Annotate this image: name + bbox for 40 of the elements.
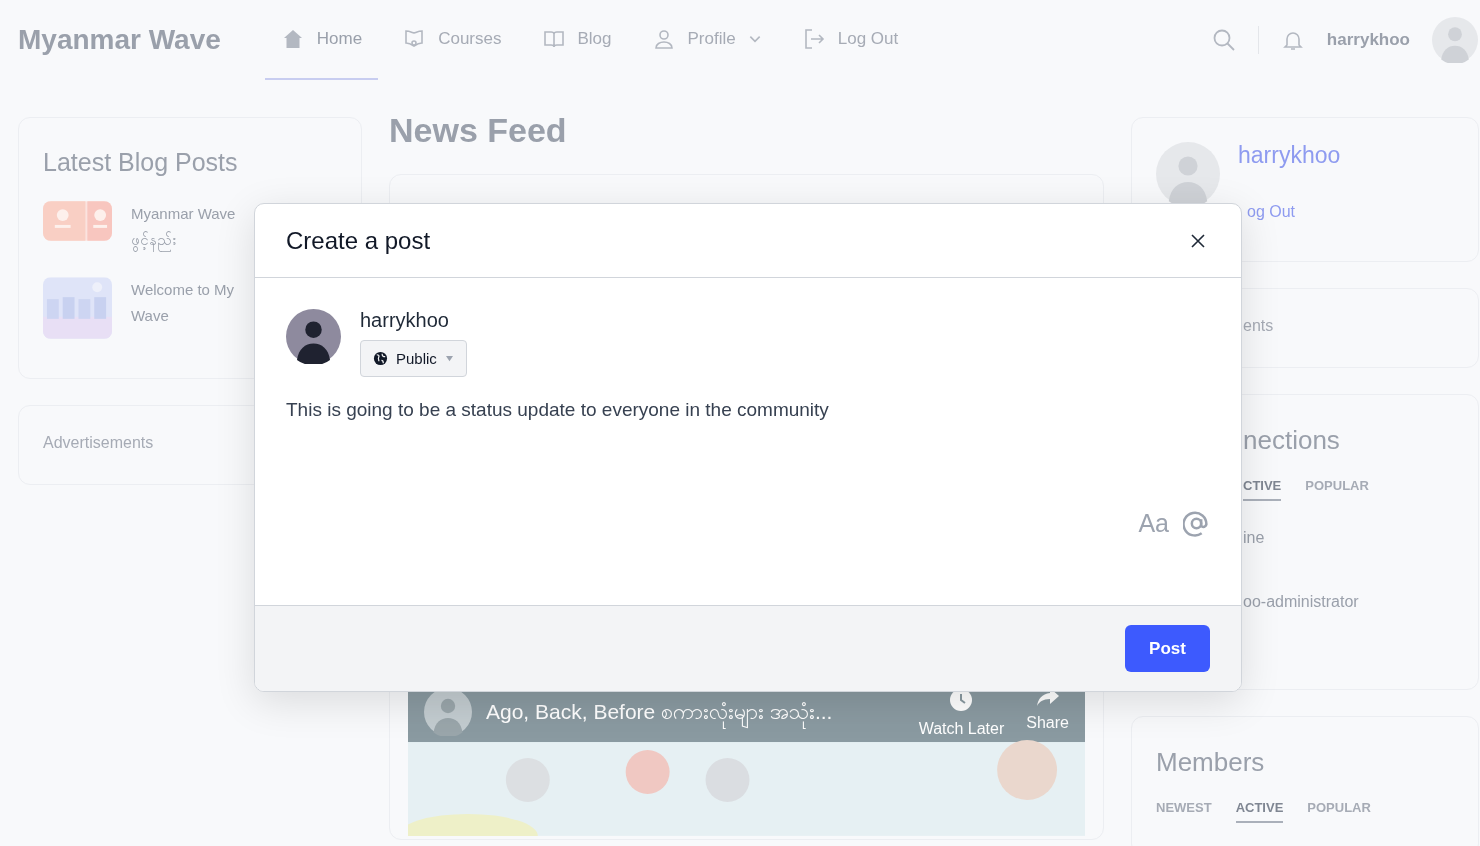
filter-tab[interactable]: NEWEST: [1156, 800, 1212, 823]
avatar: [286, 309, 341, 364]
profile-name[interactable]: harrykhoo: [1238, 142, 1341, 169]
nav-link[interactable]: Profile: [635, 0, 778, 80]
avatar[interactable]: [1432, 17, 1478, 63]
video-action-button[interactable]: Share: [1026, 688, 1069, 738]
card-title: nections: [1243, 425, 1341, 456]
card-title: Members: [1156, 747, 1266, 778]
connection-name[interactable]: ine: [1243, 529, 1478, 547]
nav-link[interactable]: Blog: [525, 0, 628, 80]
user-name[interactable]: harrykhoo: [1326, 30, 1410, 50]
post-text-field[interactable]: This is going to be a status update to everyone in the community: [286, 399, 1210, 509]
post-title[interactable]: Welcome to My: [131, 277, 235, 303]
logout-link[interactable]: og Out: [1247, 203, 1296, 221]
filter-tab[interactable]: POPULAR: [1307, 800, 1371, 823]
nav-link[interactable]: Home: [264, 0, 379, 80]
video-title[interactable]: Ago, Back, Before စကားလုံးများ အသုံး...: [486, 698, 833, 729]
page-title: News Feed: [389, 111, 568, 150]
globe-icon: [373, 351, 388, 366]
filter-tab[interactable]: ACTIVE: [1235, 800, 1284, 823]
nav-link[interactable]: Courses: [386, 0, 518, 80]
caret-icon: [444, 355, 454, 362]
post-title[interactable]: Wave: [131, 303, 235, 329]
post-title[interactable]: Myanmar Wave: [131, 201, 236, 227]
mention-icon[interactable]: [1183, 510, 1210, 537]
card-title: Latest Blog Posts: [43, 148, 239, 177]
card-title: Advertisements: [43, 434, 154, 451]
nav-link[interactable]: Log Out: [785, 0, 915, 80]
dialog-title: Create a post: [286, 226, 431, 255]
close-button[interactable]: [1191, 233, 1205, 248]
connection-name[interactable]: oo-administrator: [1243, 593, 1478, 611]
filter-tab[interactable]: POPULAR: [1305, 478, 1369, 501]
search-icon[interactable]: [1211, 28, 1236, 52]
post-title[interactable]: ဖွင့်နည်း: [131, 227, 236, 253]
brand-logo[interactable]: Myanmar Wave: [18, 24, 221, 56]
author-name: harrykhoo: [360, 309, 449, 332]
post-button[interactable]: Post: [1125, 625, 1210, 672]
audience-dropdown[interactable]: Public: [360, 340, 467, 377]
card-title: ents: [1243, 317, 1274, 334]
text-format-button[interactable]: Aa: [1138, 509, 1169, 538]
